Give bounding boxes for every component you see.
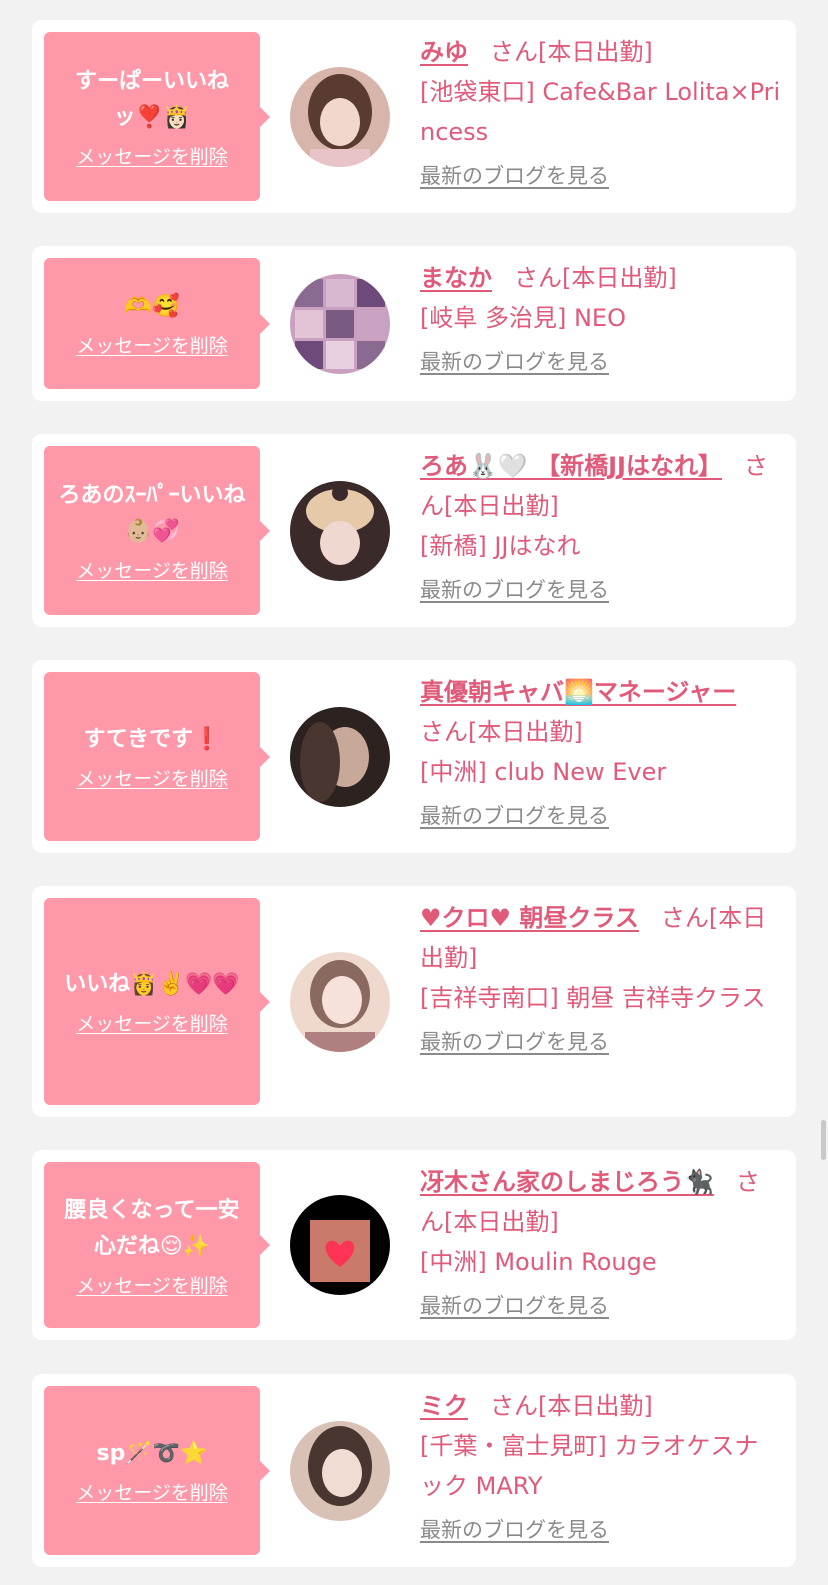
message-bubble: すーぱーいいねッ❣️👸🏻 メッセージを削除: [44, 32, 270, 201]
message-bubble: 腰良くなって一安心だね😌✨ メッセージを削除: [44, 1162, 270, 1328]
avatar[interactable]: [290, 67, 390, 167]
cast-info: ♥クロ♥ 朝昼クラス さん[本日出勤] [吉祥寺南口] 朝昼 吉祥寺クラス 最新の…: [420, 898, 782, 1056]
cast-info: ろあ🐰🤍 【新橋JJはなれ】 さん[本日出勤] [新橋] JJはなれ 最新のブログ…: [420, 446, 782, 604]
cast-name-link[interactable]: みゆ: [420, 38, 468, 66]
shop-name: [新橋] JJはなれ: [420, 532, 581, 560]
message-text: sp🪄➰⭐️: [96, 1441, 208, 1466]
shop-name: [岐阜 多治見] NEO: [420, 304, 626, 332]
latest-blog-link[interactable]: 最新のブログを見る: [420, 1514, 609, 1544]
message-bubble: いいね👸✌️💗💗 メッセージを削除: [44, 898, 270, 1105]
like-message-list: すーぱーいいねッ❣️👸🏻 メッセージを削除 みゆ さん[本日出勤] [池袋東口] …: [0, 0, 828, 1585]
cast-name-link[interactable]: 真優朝キャバ🌅マネージャー: [420, 678, 736, 706]
cast-name-link[interactable]: 冴木さん家のしまじろう🐈‍⬛: [420, 1168, 714, 1196]
avatar[interactable]: [290, 274, 390, 374]
avatar-photo-icon: [290, 274, 390, 374]
message-bubble: sp🪄➰⭐️ メッセージを削除: [44, 1386, 270, 1555]
list-item: すーぱーいいねッ❣️👸🏻 メッセージを削除 みゆ さん[本日出勤] [池袋東口] …: [32, 20, 796, 213]
cast-info: ミク さん[本日出勤] [千葉・富士見町] カラオケスナック MARY 最新のブロ…: [420, 1386, 782, 1544]
avatar-photo-icon: [290, 952, 390, 1052]
list-item: sp🪄➰⭐️ メッセージを削除 ミク さん[本日出勤] [千葉・富士見町] カラオ…: [32, 1374, 796, 1567]
delete-message-link[interactable]: メッセージを削除: [76, 331, 228, 358]
cast-status: さん[本日出勤]: [420, 718, 583, 746]
shop-name: [池袋東口] Cafe&Bar Lolita×Princess: [420, 78, 781, 146]
avatar[interactable]: [290, 952, 390, 1052]
message-bubble: すてきです❗️ メッセージを削除: [44, 672, 270, 841]
message-text: 腰良くなって一安心だね😌✨: [64, 1197, 240, 1259]
shop-name: [吉祥寺南口] 朝昼 吉祥寺クラス: [420, 984, 766, 1012]
avatar-photo-icon: [290, 1195, 390, 1295]
latest-blog-link[interactable]: 最新のブログを見る: [420, 574, 609, 604]
message-text: すーぱーいいねッ❣️👸🏻: [74, 69, 229, 130]
avatar[interactable]: [290, 1195, 390, 1295]
message-text: 🫶🥰: [124, 294, 180, 319]
latest-blog-link[interactable]: 最新のブログを見る: [420, 160, 609, 190]
scrollbar[interactable]: [821, 1120, 826, 1160]
delete-message-link[interactable]: メッセージを削除: [76, 1478, 228, 1505]
avatar-photo-icon: [290, 67, 390, 167]
shop-name: [中洲] Moulin Rouge: [420, 1248, 657, 1276]
list-item: いいね👸✌️💗💗 メッセージを削除 ♥クロ♥ 朝昼クラス さん[本日出勤] [吉祥…: [32, 886, 796, 1117]
cast-info: 冴木さん家のしまじろう🐈‍⬛ さん[本日出勤] [中洲] Moulin Rouge…: [420, 1162, 782, 1320]
list-item: 腰良くなって一安心だね😌✨ メッセージを削除 冴木さん家のしまじろう🐈‍⬛ さん[…: [32, 1150, 796, 1340]
shop-name: [千葉・富士見町] カラオケスナック MARY: [420, 1432, 759, 1500]
list-item: 🫶🥰 メッセージを削除 まなか さん[本日出勤] [岐阜 多治見] NEO 最新の…: [32, 246, 796, 401]
cast-name-link[interactable]: ろあ🐰🤍 【新橋JJはなれ】: [420, 452, 722, 480]
delete-message-link[interactable]: メッセージを削除: [76, 764, 228, 791]
list-item: ろあのｽｰﾊﾟｰいいね👶🏼💞 メッセージを削除 ろあ🐰🤍 【新橋JJはなれ】 さん…: [32, 434, 796, 627]
delete-message-link[interactable]: メッセージを削除: [76, 1271, 228, 1298]
cast-name-link[interactable]: まなか: [420, 264, 492, 292]
avatar-photo-icon: [290, 481, 390, 581]
latest-blog-link[interactable]: 最新のブログを見る: [420, 800, 609, 830]
message-text: いいね👸✌️💗💗: [64, 972, 240, 997]
latest-blog-link[interactable]: 最新のブログを見る: [420, 1290, 609, 1320]
cast-status: さん[本日出勤]: [490, 1392, 653, 1420]
avatar[interactable]: [290, 481, 390, 581]
delete-message-link[interactable]: メッセージを削除: [76, 1009, 228, 1036]
message-bubble: ろあのｽｰﾊﾟｰいいね👶🏼💞 メッセージを削除: [44, 446, 270, 615]
message-bubble: 🫶🥰 メッセージを削除: [44, 258, 270, 389]
cast-name-link[interactable]: ♥クロ♥ 朝昼クラス: [420, 904, 639, 932]
list-item: すてきです❗️ メッセージを削除 真優朝キャバ🌅マネージャーさん[本日出勤] […: [32, 660, 796, 853]
avatar-photo-icon: [290, 707, 390, 807]
shop-name: [中洲] club New Ever: [420, 758, 667, 786]
cast-info: 真優朝キャバ🌅マネージャーさん[本日出勤] [中洲] club New Ever…: [420, 672, 782, 830]
cast-status: さん[本日出勤]: [514, 264, 677, 292]
avatar-photo-icon: [290, 1421, 390, 1521]
cast-info: みゆ さん[本日出勤] [池袋東口] Cafe&Bar Lolita×Prince…: [420, 32, 782, 190]
cast-info: まなか さん[本日出勤] [岐阜 多治見] NEO 最新のブログを見る: [420, 258, 782, 376]
latest-blog-link[interactable]: 最新のブログを見る: [420, 346, 609, 376]
avatar[interactable]: [290, 1421, 390, 1521]
delete-message-link[interactable]: メッセージを削除: [76, 556, 228, 583]
message-text: すてきです❗️: [83, 727, 221, 752]
message-text: ろあのｽｰﾊﾟｰいいね👶🏼💞: [58, 483, 246, 544]
cast-name-link[interactable]: ミク: [420, 1392, 468, 1420]
cast-status: さん[本日出勤]: [490, 38, 653, 66]
latest-blog-link[interactable]: 最新のブログを見る: [420, 1026, 609, 1056]
delete-message-link[interactable]: メッセージを削除: [76, 142, 228, 169]
avatar[interactable]: [290, 707, 390, 807]
